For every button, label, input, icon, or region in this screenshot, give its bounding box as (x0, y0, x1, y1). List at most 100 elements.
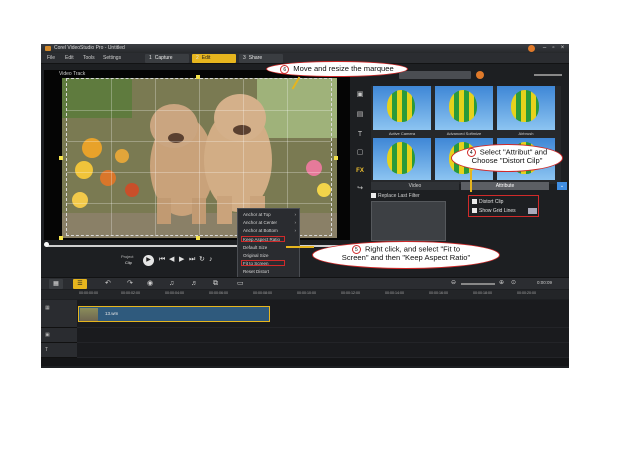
marquee-handle[interactable] (59, 156, 63, 160)
ruler-tick: 00:00:02:00 (121, 291, 140, 295)
step-tab-share[interactable]: 3 Share (239, 54, 283, 63)
marquee-handle[interactable] (59, 236, 63, 240)
annotation-step-5: 5 Right click, and select "Fit to Screen"… (312, 241, 500, 269)
track-manager-icon[interactable]: ⧉ (213, 279, 218, 289)
checkbox-icon[interactable] (371, 193, 376, 199)
overlay-track-lane[interactable] (77, 328, 569, 343)
go-start-icon[interactable]: ⏮ (159, 254, 165, 266)
grid-line (67, 141, 331, 142)
checkbox-icon[interactable] (472, 208, 477, 214)
chapter-icon[interactable]: ▭ (237, 279, 244, 289)
title-bar: Corel VideoStudio Pro - Untitled – ▫ × (41, 44, 569, 53)
ctx-keep-aspect-ratio[interactable]: Keep Aspect Ratio (243, 237, 299, 242)
ctx-anchor-center[interactable]: Anchor at Center › (243, 220, 299, 225)
media-icon[interactable]: ▣ (355, 90, 365, 100)
thumbnail-size-slider[interactable] (534, 74, 562, 76)
ctx-anchor-bottom[interactable]: Anchor at Bottom › (243, 228, 299, 233)
filter-thumb[interactable] (497, 86, 555, 130)
title-track-header[interactable]: T (41, 343, 77, 358)
menu-file[interactable]: File (47, 53, 55, 64)
distort-clip-option[interactable]: Distort Clip (472, 199, 503, 205)
preview-track-label: Video Track (59, 71, 86, 77)
menu-settings[interactable]: Settings (103, 53, 121, 64)
help-orb-icon[interactable] (528, 45, 535, 52)
redo-icon[interactable]: ↷ (127, 279, 133, 289)
menu-tools[interactable]: Tools (83, 53, 95, 64)
tab-attribute[interactable]: Attribute (461, 182, 549, 190)
prev-frame-icon[interactable]: ◀ (169, 254, 174, 266)
tab-video[interactable]: Video (371, 182, 459, 190)
timeline-tracks: ▦ ▣ T 13.wm (41, 300, 569, 366)
clip-thumbnail (80, 308, 98, 321)
maximize-icon[interactable]: ▫ (549, 44, 558, 53)
ctx-anchor-top[interactable]: Anchor at Top › (243, 212, 299, 217)
timeline-timecode: 0:00:09 (537, 280, 553, 285)
replace-last-filter[interactable]: Replace Last Filter (371, 193, 420, 199)
annotation-text: Select "Attribut" and (479, 147, 548, 157)
checkbox-icon[interactable] (472, 199, 477, 205)
close-icon[interactable]: × (558, 44, 567, 53)
scrub-handle[interactable] (44, 242, 49, 247)
path-icon[interactable]: ↪ (355, 184, 365, 194)
record-capture-icon[interactable]: ◉ (147, 279, 153, 289)
fit-project-icon[interactable]: ⊙ (511, 279, 516, 286)
zoom-in-icon[interactable]: ⊕ (499, 279, 504, 286)
video-clip[interactable]: 13.wm (78, 306, 270, 322)
distort-clip-label: Distort Clip (479, 199, 504, 205)
undo-icon[interactable]: ↶ (105, 279, 111, 289)
repeat-icon[interactable]: ↻ (199, 254, 205, 266)
clip-mode-label[interactable]: Clip (125, 260, 132, 265)
project-mode-label[interactable]: Project (121, 254, 133, 259)
ctx-original-size[interactable]: Original Size (243, 253, 299, 258)
auto-music-icon[interactable]: ♬ (191, 279, 198, 289)
transition-icon[interactable]: ▤ (355, 110, 365, 120)
zoom-slider[interactable] (461, 283, 495, 285)
ruler-tick: 00:00:06:00 (209, 291, 228, 295)
step-number: 3 (243, 55, 246, 61)
marquee-handle[interactable] (196, 75, 200, 79)
play-button[interactable]: ▶ (143, 255, 154, 266)
ruler-tick: 00:00:12:00 (341, 291, 360, 295)
grid-settings-icon[interactable] (528, 208, 537, 214)
minimize-icon[interactable]: – (540, 44, 549, 53)
overlay-track-header[interactable]: ▣ (41, 328, 77, 343)
graphic-icon[interactable]: ▢ (355, 148, 365, 158)
ruler-tick: 00:00:18:00 (473, 291, 492, 295)
title-icon[interactable]: T (355, 130, 365, 140)
filter-thumb-label: Airbrush (518, 131, 534, 136)
filter-thumb[interactable] (373, 138, 431, 180)
context-menu: Anchor at Top › Anchor at Center › Anchor … (237, 208, 300, 280)
applied-filter-list[interactable] (371, 201, 446, 241)
ctx-fit-to-screen[interactable]: Fit to Screen (243, 261, 299, 266)
grid-line (199, 79, 200, 235)
show-grid-lines-option[interactable]: Show Grid Lines (472, 208, 516, 214)
ctx-reset-distort[interactable]: Reset Distort (243, 269, 299, 274)
library-orb-icon[interactable] (476, 71, 484, 79)
grid-line (111, 79, 112, 235)
ctx-label: Anchor at Center (243, 220, 278, 225)
step-tab-edit[interactable]: 2 Edit (192, 54, 236, 63)
mix-icon[interactable]: ♫ (169, 279, 174, 289)
video-track-header[interactable]: ▦ (41, 300, 77, 328)
replace-last-filter-label: Replace Last Filter (378, 193, 420, 199)
title-track-lane[interactable] (77, 343, 569, 358)
annotation-text: Right click, and select "Fit to (364, 244, 461, 254)
window-title: Corel VideoStudio Pro - Untitled (54, 45, 125, 51)
zoom-out-icon[interactable]: ⊖ (451, 279, 456, 286)
marquee-handle[interactable] (334, 156, 338, 160)
timeline-view-button[interactable]: ☰ (73, 279, 87, 289)
volume-icon[interactable]: ♪ (209, 254, 213, 266)
filter-thumb[interactable] (435, 86, 493, 130)
library-dropdown[interactable] (399, 71, 471, 79)
collapse-icon[interactable]: ⌄ (557, 182, 567, 190)
go-end-icon[interactable]: ⏭ (189, 254, 195, 266)
filter-thumb[interactable] (373, 86, 431, 130)
submenu-arrow-icon: › (294, 228, 297, 233)
timeline-ruler[interactable]: 00:00:00:00 00:00:02:00 00:00:04:00 00:0… (41, 290, 569, 299)
step-tab-capture[interactable]: 1 Capture (145, 54, 189, 63)
next-frame-icon[interactable]: ▶ (179, 254, 184, 266)
menu-edit[interactable]: Edit (65, 53, 74, 64)
marquee-handle[interactable] (196, 236, 200, 240)
storyboard-view-button[interactable]: ▦ (49, 279, 63, 289)
filter-fx-icon[interactable]: FX (355, 166, 365, 176)
